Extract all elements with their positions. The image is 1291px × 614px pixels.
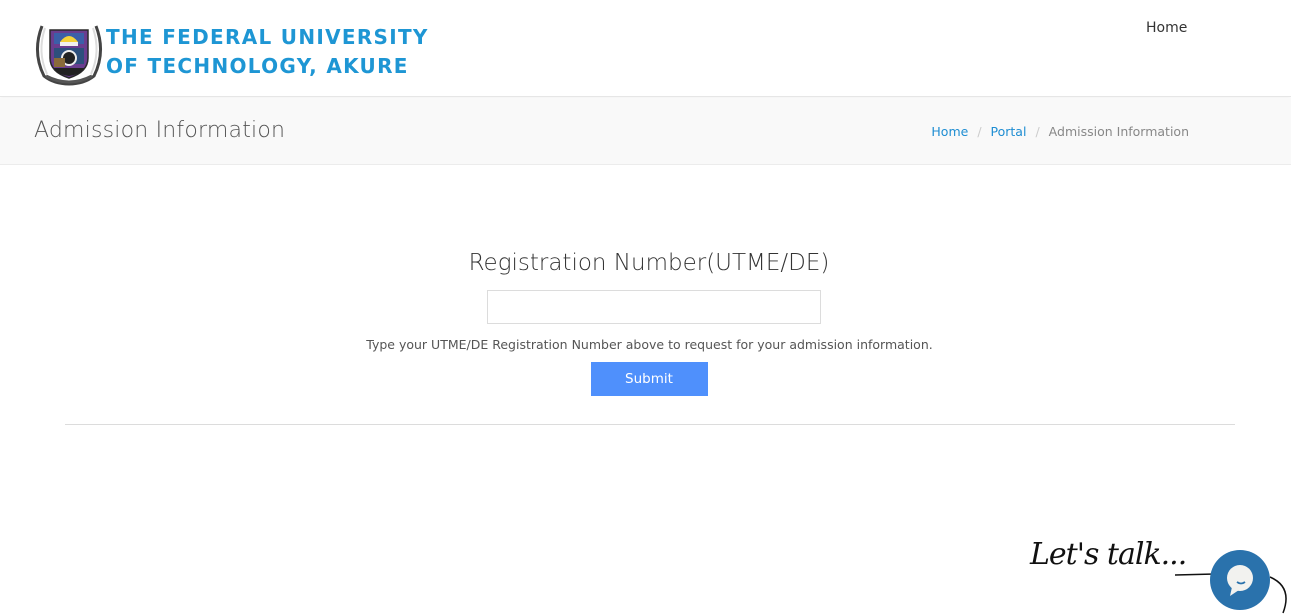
breadcrumb-separator: /: [977, 124, 982, 139]
breadcrumb-current: Admission Information: [1048, 124, 1189, 139]
submit-button[interactable]: Submit: [590, 362, 708, 396]
chat-bubble-icon: [1227, 565, 1253, 596]
nav-home-link[interactable]: Home: [1146, 20, 1187, 36]
university-name: THE FEDERAL UNIVERSITY OF TECHNOLOGY, AK…: [106, 23, 429, 81]
divider: [65, 424, 1235, 425]
chat-prompt: Let's talk...: [1030, 537, 1187, 572]
chat-launcher-button[interactable]: [1210, 550, 1270, 610]
breadcrumb-separator: /: [1035, 124, 1040, 139]
page-title: Admission Information: [34, 118, 286, 143]
breadcrumb-portal-link[interactable]: Portal: [991, 124, 1027, 139]
breadcrumb-home-link[interactable]: Home: [931, 124, 968, 139]
university-logo[interactable]: THE FEDERAL UNIVERSITY OF TECHNOLOGY, AK…: [34, 18, 429, 86]
page-title-bar: Admission Information Home / Portal / Ad…: [0, 98, 1291, 165]
chat-widget[interactable]: Let's talk...: [1025, 535, 1291, 614]
site-header: THE FEDERAL UNIVERSITY OF TECHNOLOGY, AK…: [0, 0, 1291, 97]
university-crest-icon: [34, 18, 104, 86]
breadcrumb: Home / Portal / Admission Information: [931, 124, 1189, 139]
help-text: Type your UTME/DE Registration Number ab…: [366, 337, 933, 352]
registration-number-label: Registration Number(UTME/DE): [468, 250, 830, 276]
admission-form: Registration Number(UTME/DE) Type your U…: [0, 250, 1291, 396]
registration-number-input[interactable]: [486, 290, 821, 324]
logo-line-2: OF TECHNOLOGY, AKURE: [106, 54, 409, 78]
logo-line-1: THE FEDERAL UNIVERSITY: [106, 25, 429, 49]
